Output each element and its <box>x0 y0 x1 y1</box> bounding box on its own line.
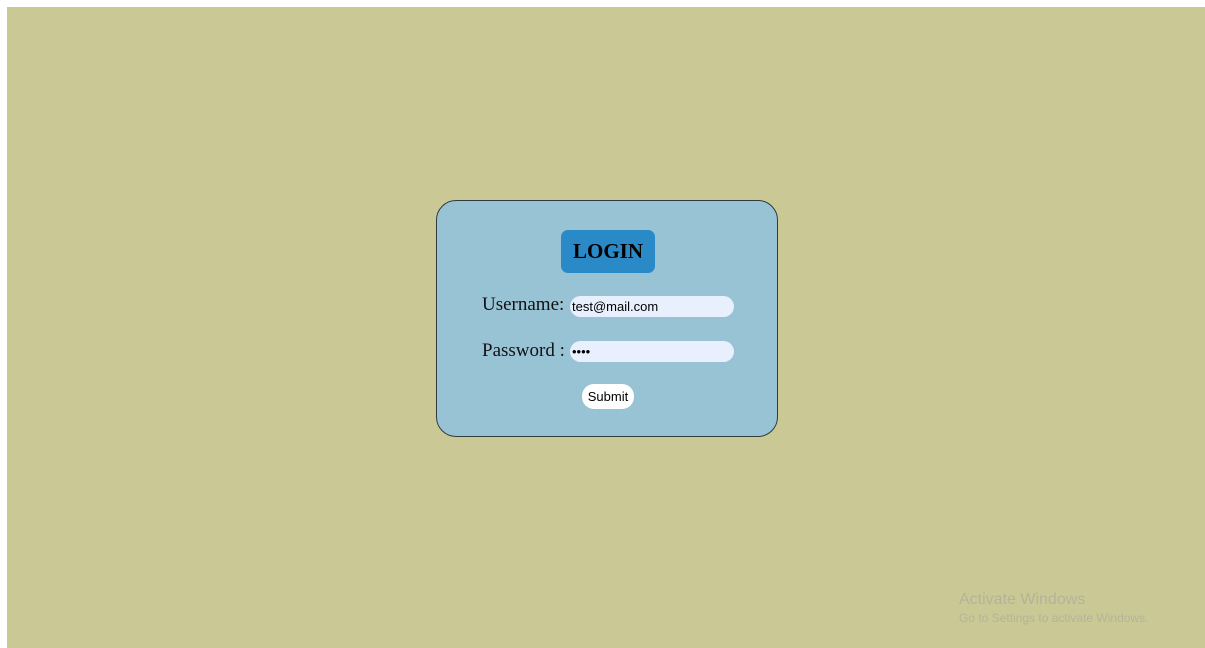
password-input[interactable] <box>570 341 734 362</box>
page-background: LOGIN Username: Password : Submit <box>7 7 1205 648</box>
password-label: Password : <box>482 340 565 361</box>
submit-button[interactable]: Submit <box>582 384 634 409</box>
watermark-subtitle: Go to Settings to activate Windows. <box>959 611 1149 625</box>
login-card: LOGIN Username: Password : Submit <box>436 200 778 437</box>
watermark-title: Activate Windows <box>959 591 1086 608</box>
username-input[interactable] <box>570 296 734 317</box>
username-label: Username: <box>482 294 565 315</box>
login-title: LOGIN <box>561 230 655 273</box>
activate-windows-watermark: Activate Windows Go to Settings to activ… <box>959 591 1148 627</box>
